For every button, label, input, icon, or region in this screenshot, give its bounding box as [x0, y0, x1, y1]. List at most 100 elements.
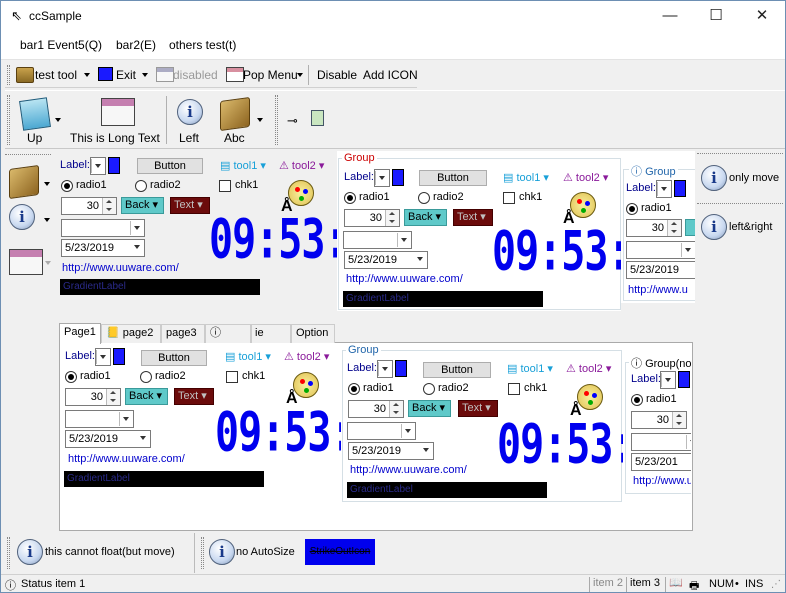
pop-menu-button[interactable]: Pop Menu: [243, 68, 298, 82]
toolbar-grip[interactable]: [7, 65, 10, 85]
back-button[interactable]: Back ▾: [404, 209, 447, 226]
tab-page2[interactable]: 📒 page2: [101, 324, 161, 343]
resize-grip-icon[interactable]: ⋰: [771, 579, 781, 590]
empty-combo[interactable]: [631, 433, 691, 451]
back-button[interactable]: [685, 219, 695, 236]
back-button[interactable]: Back ▾: [408, 400, 451, 417]
chk1-checkbox[interactable]: [226, 371, 238, 383]
mini-combo[interactable]: [374, 169, 390, 187]
menu-others[interactable]: others test(t): [169, 38, 236, 52]
number-spinner[interactable]: 30: [348, 400, 404, 418]
toolbar-grip[interactable]: [697, 153, 783, 154]
radio1[interactable]: [626, 203, 638, 215]
radio1[interactable]: [348, 383, 360, 395]
mini-combo[interactable]: [656, 180, 672, 198]
mini-combo[interactable]: [90, 157, 106, 175]
text-button[interactable]: Text ▾: [458, 400, 498, 417]
mini-combo[interactable]: [377, 360, 393, 378]
maximize-button[interactable]: ☐: [693, 1, 739, 32]
chk1-checkbox[interactable]: [508, 383, 520, 395]
number-spinner[interactable]: 30: [344, 209, 400, 227]
document-icon[interactable]: [311, 110, 324, 126]
tab-info[interactable]: ⓘ: [205, 324, 251, 343]
pin-icon[interactable]: ⊸: [287, 113, 298, 129]
close-button[interactable]: ✕: [739, 1, 785, 32]
left-button[interactable]: Left: [179, 131, 199, 145]
chk1-checkbox[interactable]: [503, 192, 515, 204]
text-button[interactable]: Text ▾: [174, 388, 214, 405]
empty-combo[interactable]: [65, 410, 134, 428]
cannot-float-label[interactable]: this cannot float(but move): [45, 546, 175, 558]
abc-button[interactable]: Abc: [224, 131, 245, 145]
website-link[interactable]: http://www.uuware.com/: [346, 273, 463, 285]
toolbar-grip[interactable]: [5, 154, 51, 156]
no-autosize-label[interactable]: no AutoSize: [236, 546, 295, 558]
radio2[interactable]: [418, 192, 430, 204]
exit-button[interactable]: Exit: [116, 68, 136, 82]
chk1-checkbox[interactable]: [219, 180, 231, 192]
chevron-down-icon[interactable]: [142, 73, 148, 77]
toolbar-grip[interactable]: [7, 95, 10, 145]
number-spinner[interactable]: 30: [65, 388, 121, 406]
add-icon-button[interactable]: Add ICON: [363, 68, 418, 82]
empty-combo[interactable]: [343, 231, 412, 249]
website-link[interactable]: http://www.uuware.com/: [68, 453, 185, 465]
window-icon[interactable]: [9, 249, 43, 275]
chevron-down-icon[interactable]: [44, 218, 50, 222]
button[interactable]: Button: [141, 350, 207, 366]
radio2[interactable]: [135, 180, 147, 192]
info-icon[interactable]: i: [9, 204, 35, 230]
menu-bar1[interactable]: bar1 Event5(Q): [20, 38, 102, 52]
chevron-down-icon[interactable]: [44, 182, 50, 186]
up-button[interactable]: Up: [27, 131, 42, 145]
text-button[interactable]: Text ▾: [170, 197, 210, 214]
number-spinner[interactable]: 30: [631, 411, 687, 429]
tool1-button[interactable]: ▤ tool1 ▾: [503, 171, 549, 184]
toolbar-grip[interactable]: [697, 203, 783, 204]
chevron-down-icon[interactable]: [45, 261, 51, 265]
chevron-down-icon[interactable]: [257, 118, 263, 122]
date-picker[interactable]: 5/23/2019: [61, 239, 145, 257]
tool1-button[interactable]: ▤ tool1 ▾: [225, 350, 271, 363]
only-move-label[interactable]: only move: [729, 172, 779, 184]
button[interactable]: Button: [423, 362, 491, 378]
radio1[interactable]: [631, 394, 643, 406]
website-link[interactable]: http://www.uuware.com/: [350, 464, 467, 476]
radio1[interactable]: [61, 180, 73, 192]
mini-combo[interactable]: [660, 371, 676, 389]
chevron-down-icon[interactable]: [55, 118, 61, 122]
date-picker[interactable]: 5/23/201: [631, 453, 691, 471]
chevron-down-icon[interactable]: [297, 73, 303, 77]
test-tool-button[interactable]: test tool: [35, 68, 77, 82]
long-text-button[interactable]: This is Long Text: [70, 131, 160, 145]
radio1[interactable]: [65, 371, 77, 383]
date-picker[interactable]: 5/23/2019: [65, 430, 151, 448]
radio2[interactable]: [423, 383, 435, 395]
empty-combo[interactable]: [626, 241, 695, 259]
website-link[interactable]: http://www.uuware.com/: [62, 262, 179, 274]
number-spinner[interactable]: 30: [61, 197, 117, 215]
tool2-button[interactable]: ⚠ tool2 ▾: [563, 171, 608, 184]
toolbar-grip[interactable]: [275, 95, 278, 145]
empty-combo[interactable]: [61, 219, 145, 237]
empty-combo[interactable]: [347, 422, 416, 440]
website-link[interactable]: http://www.u: [628, 284, 688, 296]
back-button[interactable]: Back ▾: [125, 388, 168, 405]
button[interactable]: Button: [137, 158, 203, 174]
date-picker[interactable]: 5/23/2019: [348, 442, 434, 460]
folder-book-icon[interactable]: [9, 164, 39, 200]
tool2-button[interactable]: ⚠ tool2 ▾: [279, 159, 324, 172]
chevron-down-icon[interactable]: [84, 73, 90, 77]
tool2-button[interactable]: ⚠ tool2 ▾: [284, 350, 329, 363]
tool1-button[interactable]: ▤ tool1 ▾: [220, 159, 266, 172]
mini-combo[interactable]: [95, 348, 111, 366]
menu-bar2[interactable]: bar2(E): [116, 38, 156, 52]
date-picker[interactable]: 5/23/2019: [344, 251, 428, 269]
minimize-button[interactable]: —: [647, 1, 693, 32]
date-picker[interactable]: 5/23/2019: [626, 261, 695, 279]
tool2-button[interactable]: ⚠ tool2 ▾: [566, 362, 611, 375]
radio1[interactable]: [344, 192, 356, 204]
tab-page1[interactable]: Page1: [59, 323, 101, 344]
tab-page3[interactable]: page3: [161, 324, 205, 343]
disable-button[interactable]: Disable: [317, 68, 357, 82]
